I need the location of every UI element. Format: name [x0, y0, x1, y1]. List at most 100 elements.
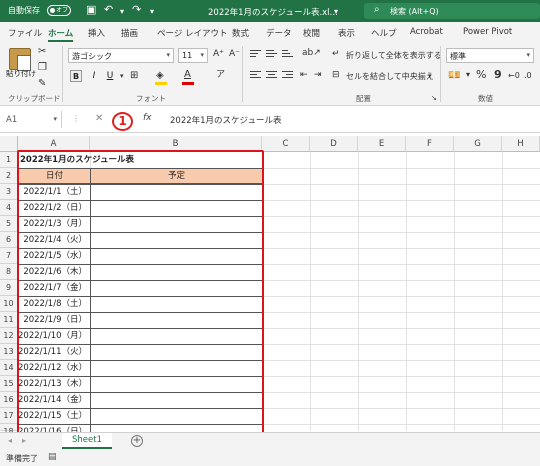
- wrap-text-button[interactable]: 折り返して全体を表示する: [346, 50, 442, 61]
- accessibility-icon[interactable]: ▤: [48, 452, 57, 462]
- row-header[interactable]: 11: [0, 312, 18, 328]
- increase-decimal-icon[interactable]: ←0: [508, 70, 520, 81]
- tab-data[interactable]: データ: [266, 27, 292, 39]
- name-box[interactable]: A1 ▾: [2, 111, 62, 128]
- tab-power-pivot[interactable]: Power Pivot: [463, 27, 512, 37]
- column-header[interactable]: G: [454, 136, 502, 152]
- column-header[interactable]: D: [310, 136, 358, 152]
- title-bar: 自動保存 オフ ▣ ↶ ▾ ↷ ▾ 2022年1月のスケジュール表.xl… ▾ …: [0, 0, 540, 22]
- align-center-icon[interactable]: [266, 71, 277, 81]
- tab-home[interactable]: ホーム: [48, 27, 74, 42]
- dialog-launcher-icon[interactable]: ↘: [431, 93, 437, 104]
- row-header[interactable]: 4: [0, 200, 18, 216]
- column-header[interactable]: H: [502, 136, 540, 152]
- number-group-label: 数値: [478, 94, 493, 103]
- select-all-corner[interactable]: [0, 136, 18, 152]
- group-divider: [242, 46, 243, 102]
- row-header[interactable]: 3: [0, 184, 18, 200]
- row-header[interactable]: 9: [0, 280, 18, 296]
- undo-dropdown-icon[interactable]: ▾: [120, 6, 124, 18]
- row-header[interactable]: 7: [0, 248, 18, 264]
- format-painter-icon[interactable]: ✎: [38, 78, 46, 89]
- search-box[interactable]: ⌕ 検索 (Alt+Q): [364, 3, 540, 19]
- formula-input[interactable]: 2022年1月のスケジュール表: [170, 114, 281, 126]
- redo-icon[interactable]: ↷: [132, 4, 141, 16]
- column-header[interactable]: F: [406, 136, 454, 152]
- tab-draw[interactable]: 描画: [121, 27, 138, 39]
- row-header[interactable]: 10: [0, 296, 18, 312]
- row-header[interactable]: 13: [0, 344, 18, 360]
- number-format-select[interactable]: 標準 ▾: [446, 48, 534, 63]
- copy-icon[interactable]: ❐: [38, 62, 47, 73]
- title-dropdown-icon[interactable]: ▾: [334, 6, 338, 18]
- underline-button[interactable]: U: [104, 70, 116, 82]
- row-header[interactable]: 8: [0, 264, 18, 280]
- gridline: [310, 152, 311, 431]
- tab-help[interactable]: ヘルプ: [371, 27, 397, 39]
- row-header[interactable]: 5: [0, 216, 18, 232]
- align-middle-icon[interactable]: [266, 50, 277, 60]
- tab-acrobat[interactable]: Acrobat: [410, 27, 443, 37]
- row-header[interactable]: 12: [0, 328, 18, 344]
- number-format-value: 標準: [450, 52, 466, 61]
- percent-icon[interactable]: %: [476, 69, 486, 80]
- chevron-down-icon[interactable]: ▾: [428, 71, 432, 82]
- merge-center-button[interactable]: セルを結合して中央揃え: [346, 71, 434, 82]
- tab-page-layout[interactable]: ページ レイアウト: [157, 27, 228, 39]
- chevron-down-icon[interactable]: ▾: [120, 71, 124, 82]
- tab-formulas[interactable]: 数式: [232, 27, 249, 39]
- row-header[interactable]: 2: [0, 168, 18, 184]
- currency-icon[interactable]: 💴: [448, 70, 460, 81]
- tab-insert[interactable]: 挿入: [88, 27, 105, 39]
- row-header[interactable]: 16: [0, 392, 18, 408]
- more-icon: ⋮: [72, 114, 80, 123]
- align-bottom-icon[interactable]: [282, 50, 293, 60]
- insert-function-button[interactable]: fx: [143, 113, 152, 123]
- italic-button[interactable]: I: [88, 70, 100, 82]
- borders-icon[interactable]: ⊞: [130, 70, 138, 81]
- row-header[interactable]: 17: [0, 408, 18, 424]
- cancel-icon[interactable]: ✕: [95, 113, 103, 124]
- comma-style-icon[interactable]: 9: [494, 69, 502, 80]
- font-size-select[interactable]: 11 ▾: [178, 48, 208, 63]
- decrease-decimal-icon[interactable]: .0: [524, 70, 532, 81]
- increase-font-icon[interactable]: A⁺: [213, 49, 224, 60]
- customize-toolbar-icon[interactable]: ▾: [150, 6, 154, 18]
- chevron-down-icon: ▾: [166, 51, 170, 59]
- tab-view[interactable]: 表示: [338, 27, 355, 39]
- decrease-font-icon[interactable]: A⁻: [229, 49, 240, 60]
- paste-icon[interactable]: [9, 48, 31, 71]
- row-header[interactable]: 15: [0, 376, 18, 392]
- decrease-indent-icon[interactable]: ⇤: [300, 70, 308, 81]
- fill-color-icon[interactable]: ◈: [156, 70, 164, 81]
- phonetic-icon[interactable]: ア: [216, 70, 225, 81]
- orientation-icon[interactable]: ab↗: [302, 48, 321, 59]
- save-icon[interactable]: ▣: [86, 4, 96, 16]
- align-left-icon[interactable]: [250, 71, 261, 81]
- next-sheet-icon[interactable]: ▸: [22, 436, 26, 445]
- merge-center-icon[interactable]: ⊟: [332, 70, 340, 81]
- undo-icon[interactable]: ↶: [104, 4, 113, 16]
- align-right-icon[interactable]: [282, 71, 293, 81]
- chevron-down-icon[interactable]: ▾: [466, 69, 470, 80]
- row-header[interactable]: 1: [0, 152, 18, 168]
- cut-icon[interactable]: ✂: [38, 46, 46, 57]
- prev-sheet-icon[interactable]: ◂: [8, 436, 12, 445]
- autosave-toggle[interactable]: オフ: [47, 5, 71, 16]
- align-top-icon[interactable]: [250, 50, 261, 60]
- row-header[interactable]: 6: [0, 232, 18, 248]
- add-sheet-icon[interactable]: +: [131, 435, 143, 447]
- row-header[interactable]: 14: [0, 360, 18, 376]
- sheet-tab[interactable]: Sheet1: [62, 433, 112, 449]
- tab-review[interactable]: 校閲: [303, 27, 320, 39]
- tab-file[interactable]: ファイル: [8, 27, 42, 39]
- paste-button[interactable]: 貼り付け: [6, 68, 36, 79]
- column-header[interactable]: C: [262, 136, 310, 152]
- row-header[interactable]: 18: [0, 424, 18, 436]
- bold-button[interactable]: B: [70, 70, 82, 82]
- column-header[interactable]: E: [358, 136, 406, 152]
- wrap-text-icon[interactable]: ↵: [332, 49, 340, 60]
- increase-indent-icon[interactable]: ⇥: [314, 70, 322, 81]
- font-name-select[interactable]: 游ゴシック ▾: [68, 48, 174, 63]
- font-color-icon[interactable]: A: [184, 69, 191, 80]
